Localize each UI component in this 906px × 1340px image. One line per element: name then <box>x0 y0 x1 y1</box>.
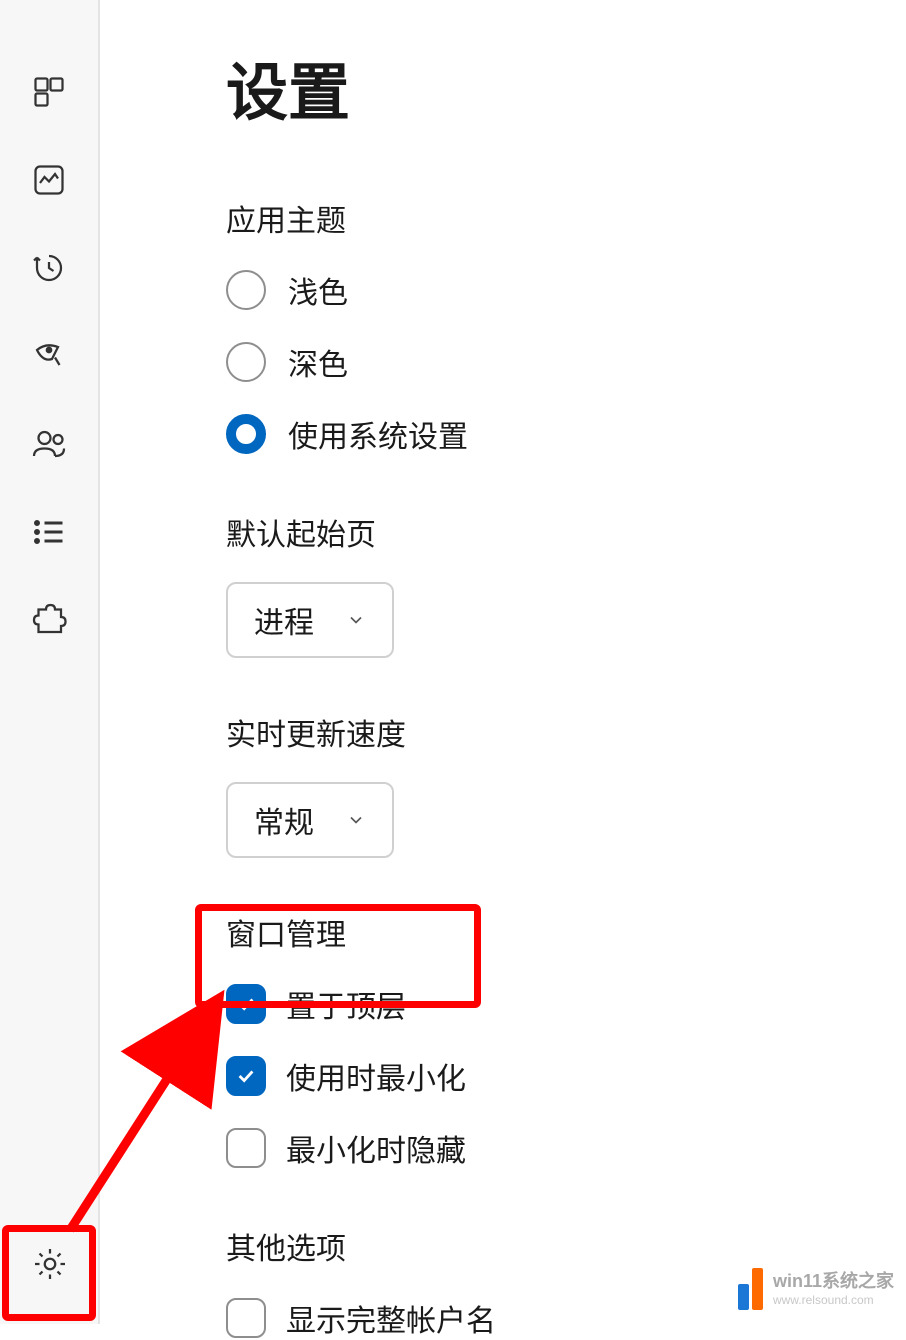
sidebar <box>0 0 100 1324</box>
chevron-down-icon <box>346 810 366 830</box>
sidebar-item-details[interactable] <box>0 488 99 576</box>
section-other-options-title: 其他选项 <box>226 1224 906 1268</box>
grid-icon <box>31 74 67 110</box>
watermark-title: win11系统之家 <box>773 1271 894 1293</box>
sidebar-item-history[interactable] <box>0 224 99 312</box>
checkbox-hide-when-minimized[interactable]: 最小化时隐藏 <box>226 1126 906 1170</box>
checkbox-icon-checked <box>226 984 266 1024</box>
select-value: 常规 <box>254 798 314 842</box>
radio-theme-light[interactable]: 浅色 <box>226 268 906 312</box>
radio-theme-dark[interactable]: 深色 <box>226 340 906 384</box>
radio-icon-selected <box>226 414 266 454</box>
list-icon <box>31 514 67 550</box>
watermark-url: www.relsound.com <box>773 1293 894 1307</box>
startup-icon <box>31 338 67 374</box>
chevron-down-icon <box>346 610 366 630</box>
sidebar-item-settings[interactable] <box>0 1234 100 1294</box>
window-management-group: 置于顶层 使用时最小化 最小化时隐藏 <box>226 982 906 1170</box>
sidebar-item-users[interactable] <box>0 400 99 488</box>
radio-icon <box>226 342 266 382</box>
watermark-logo-icon <box>738 1268 763 1310</box>
checkbox-icon <box>226 1298 266 1338</box>
checkbox-label: 置于顶层 <box>286 982 406 1026</box>
radio-label: 使用系统设置 <box>288 412 468 456</box>
gear-icon <box>32 1246 68 1282</box>
performance-icon <box>31 162 67 198</box>
radio-label: 深色 <box>288 340 348 384</box>
radio-icon <box>226 270 266 310</box>
radio-theme-system[interactable]: 使用系统设置 <box>226 412 906 456</box>
section-update-speed-title: 实时更新速度 <box>226 710 906 754</box>
checkbox-label: 使用时最小化 <box>286 1054 466 1098</box>
sidebar-item-services[interactable] <box>0 576 99 664</box>
radio-label: 浅色 <box>288 268 348 312</box>
checkbox-icon <box>226 1128 266 1168</box>
history-icon <box>31 250 67 286</box>
sidebar-item-startup[interactable] <box>0 312 99 400</box>
checkbox-icon-checked <box>226 1056 266 1096</box>
checkbox-always-on-top[interactable]: 置于顶层 <box>226 982 906 1026</box>
main-content: 设置 应用主题 浅色 深色 使用系统设置 默认起始页 进程 实时更新速度 常规 … <box>100 0 906 1324</box>
puzzle-icon <box>31 602 67 638</box>
section-default-page-title: 默认起始页 <box>226 510 906 554</box>
page-title: 设置 <box>226 42 906 132</box>
sidebar-item-performance[interactable] <box>0 136 99 224</box>
section-theme-title: 应用主题 <box>226 196 906 240</box>
update-speed-select[interactable]: 常规 <box>226 782 394 858</box>
users-icon <box>31 426 67 462</box>
checkbox-label: 最小化时隐藏 <box>286 1126 466 1170</box>
checkbox-minimize-on-use[interactable]: 使用时最小化 <box>226 1054 906 1098</box>
sidebar-item-processes[interactable] <box>0 48 99 136</box>
select-value: 进程 <box>254 598 314 642</box>
theme-radio-group: 浅色 深色 使用系统设置 <box>226 268 906 456</box>
default-page-select[interactable]: 进程 <box>226 582 394 658</box>
watermark: win11系统之家 www.relsound.com <box>738 1268 894 1310</box>
checkbox-label: 显示完整帐户名 <box>286 1296 496 1340</box>
section-window-management-title: 窗口管理 <box>226 910 906 954</box>
